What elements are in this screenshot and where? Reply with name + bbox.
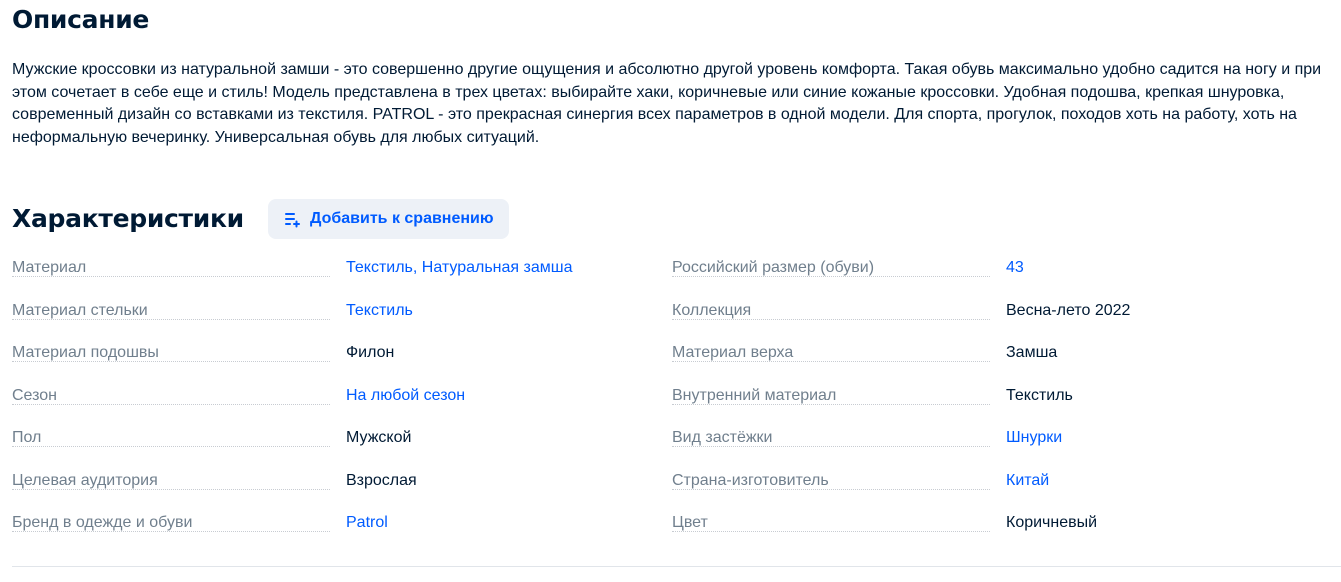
spec-value-link[interactable]: Китай: [1006, 472, 1049, 490]
spec-label: Целевая аудитория: [12, 471, 162, 489]
spec-label: Цвет: [672, 514, 712, 531]
spec-label: Коллекция: [672, 301, 756, 319]
spec-label: Бренд в одежде и обуви: [12, 514, 197, 531]
spec-row-fastener: Вид застёжки Шнурки: [672, 418, 1312, 461]
spec-row-country: Страна-изготовитель Китай: [672, 461, 1312, 504]
spec-value-link[interactable]: 43: [1006, 259, 1024, 277]
spec-row-upper-material: Материал верха Замша: [672, 333, 1312, 376]
spec-value: Текстиль: [1006, 386, 1073, 404]
spec-value-link[interactable]: На любой сезон: [346, 387, 465, 405]
spec-value: Филон: [346, 344, 395, 361]
spec-value: Замша: [1006, 344, 1058, 361]
spec-label: Материал верха: [672, 344, 798, 361]
spec-label: Вид застёжки: [672, 429, 777, 446]
spec-value-link[interactable]: Текстиль, Натуральная замша: [346, 259, 573, 277]
spec-value: Мужской: [346, 429, 412, 446]
specs-column-left: Материал Текстиль, Натуральная замша Мат…: [12, 248, 652, 546]
spec-value-link[interactable]: Patrol: [346, 514, 388, 532]
specs-title: Характеристики: [12, 204, 244, 233]
add-to-list-icon: [283, 210, 301, 228]
spec-row-insole-material: Материал стельки Текстиль: [12, 291, 652, 334]
add-to-compare-button[interactable]: Добавить к сравнению: [268, 199, 509, 239]
spec-row-color: Цвет Коричневый: [672, 503, 1312, 546]
divider: [12, 566, 1341, 567]
spec-label: Сезон: [12, 386, 61, 404]
spec-label: Пол: [12, 429, 46, 446]
description-title: Описание: [12, 5, 150, 34]
spec-value-link[interactable]: Шнурки: [1006, 429, 1062, 447]
spec-row-material: Материал Текстиль, Натуральная замша: [12, 248, 652, 291]
spec-row-sole-material: Материал подошвы Филон: [12, 333, 652, 376]
spec-row-audience: Целевая аудитория Взрослая: [12, 461, 652, 504]
spec-label: Внутренний материал: [672, 386, 841, 404]
spec-row-size: Российский размер (обуви) 43: [672, 248, 1312, 291]
spec-label: Страна-изготовитель: [672, 471, 833, 489]
spec-row-season: Сезон На любой сезон: [12, 376, 652, 419]
spec-value-link[interactable]: Текстиль: [346, 302, 413, 320]
spec-label: Материал стельки: [12, 301, 152, 319]
spec-row-brand: Бренд в одежде и обуви Patrol: [12, 503, 652, 546]
spec-label: Материал: [12, 259, 91, 276]
spec-value: Весна-лето 2022: [1006, 301, 1131, 319]
spec-value: Взрослая: [346, 471, 417, 489]
spec-label: Материал подошвы: [12, 344, 163, 361]
spec-value: Коричневый: [1006, 514, 1098, 531]
spec-label: Российский размер (обуви): [672, 259, 879, 276]
description-text: Мужские кроссовки из натуральной замши -…: [12, 61, 1322, 146]
spec-row-gender: Пол Мужской: [12, 418, 652, 461]
specs-column-right: Российский размер (обуви) 43 Коллекция В…: [672, 248, 1312, 546]
spec-row-collection: Коллекция Весна-лето 2022: [672, 291, 1312, 334]
spec-row-inner-material: Внутренний материал Текстиль: [672, 376, 1312, 419]
add-to-compare-label: Добавить к сравнению: [310, 210, 494, 227]
